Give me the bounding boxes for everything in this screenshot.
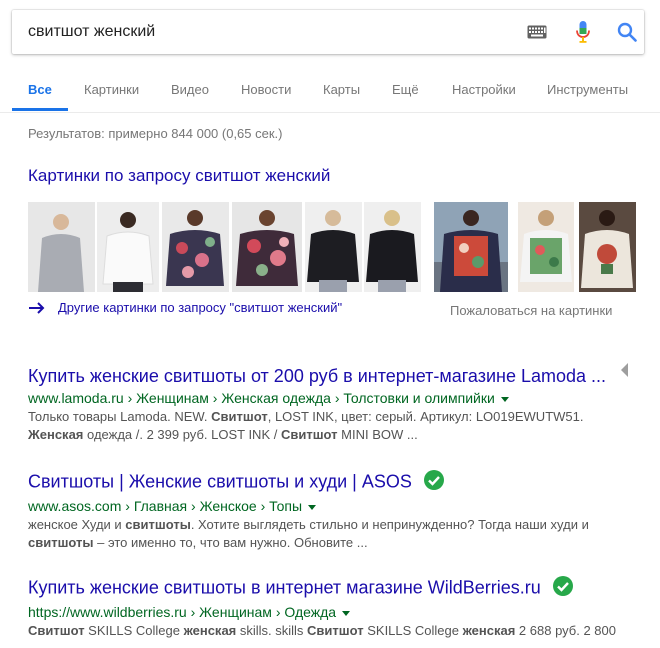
microphone-icon[interactable] xyxy=(572,10,594,54)
image-thumb[interactable] xyxy=(579,202,636,292)
collapse-arrow-icon[interactable] xyxy=(621,363,628,377)
tabs-divider xyxy=(0,112,660,113)
url-crumb: Одежда xyxy=(284,604,337,620)
url-crumb: Топы xyxy=(269,498,303,514)
url-crumb: Женское xyxy=(199,498,257,514)
search-result: Купить женские свитшоты в интернет магаз… xyxy=(28,576,638,640)
image-thumb[interactable] xyxy=(232,202,302,292)
search-tabs: Все Картинки Видео Новости Карты Ещё Нас… xyxy=(0,68,660,112)
url-menu-caret-icon[interactable] xyxy=(500,396,509,402)
tab-settings[interactable]: Настройки xyxy=(452,82,516,97)
more-images-link[interactable]: Другие картинки по запросу "свитшот женс… xyxy=(28,300,342,315)
search-box[interactable]: свитшот женский xyxy=(12,10,644,54)
tab-tools[interactable]: Инструменты xyxy=(547,82,628,97)
result-snippet: женское Худи и свитшоты. Хотите выглядет… xyxy=(28,517,589,550)
url-crumb: Женщинам xyxy=(136,390,209,406)
result-url: https://www.wildberries.ru › Женщинам › … xyxy=(28,604,638,620)
image-thumb[interactable] xyxy=(28,202,95,292)
url-crumb: Женщинам xyxy=(199,604,272,620)
report-images-link[interactable]: Пожаловаться на картинки xyxy=(450,303,612,318)
search-result: Свитшоты | Женские свитшоты и худи | ASO… xyxy=(28,470,638,552)
arrow-right-icon xyxy=(29,301,45,314)
url-crumb: Толстовки и олимпийки xyxy=(343,390,495,406)
tab-more[interactable]: Ещё xyxy=(392,82,419,97)
result-stats: Результатов: примерно 844 000 (0,65 сек.… xyxy=(28,126,283,141)
more-images-label: Другие картинки по запросу "свитшот женс… xyxy=(58,300,343,315)
result-snippet: Только товары Lamoda. NEW. Свитшот, LOST… xyxy=(28,409,584,442)
result-title[interactable]: Свитшоты | Женские свитшоты и худи | ASO… xyxy=(28,471,412,491)
image-thumb[interactable] xyxy=(518,202,574,292)
active-tab-indicator xyxy=(12,108,68,111)
result-title[interactable]: Купить женские свитшоты в интернет магаз… xyxy=(28,577,541,597)
tab-news[interactable]: Новости xyxy=(241,82,291,97)
tab-all[interactable]: Все xyxy=(28,82,52,97)
image-thumb[interactable] xyxy=(305,202,362,292)
images-heading[interactable]: Картинки по запросу свитшот женский xyxy=(28,166,330,186)
tab-video[interactable]: Видео xyxy=(171,82,209,97)
image-thumb[interactable] xyxy=(434,202,508,292)
url-domain: www.lamoda.ru xyxy=(28,390,124,406)
result-title[interactable]: Купить женские свитшоты от 200 руб в инт… xyxy=(28,366,638,387)
tab-maps[interactable]: Карты xyxy=(323,82,360,97)
search-result: Купить женские свитшоты от 200 руб в инт… xyxy=(28,366,638,444)
image-thumb[interactable] xyxy=(162,202,229,292)
url-menu-caret-icon[interactable] xyxy=(342,610,351,616)
url-domain: www.asos.com xyxy=(28,498,122,514)
result-url: www.asos.com › Главная › Женское › Топы xyxy=(28,498,638,514)
tab-images[interactable]: Картинки xyxy=(84,82,139,97)
result-snippet: Свитшот SKILLS College женская skills. s… xyxy=(28,623,616,638)
url-crumb: Главная xyxy=(133,498,188,514)
image-thumb[interactable] xyxy=(364,202,421,292)
verified-check-icon xyxy=(552,576,573,601)
url-menu-caret-icon[interactable] xyxy=(308,504,317,510)
url-domain: https://www.wildberries.ru xyxy=(28,604,187,620)
verified-check-icon xyxy=(423,470,444,495)
search-icon[interactable] xyxy=(612,10,642,54)
url-crumb: Женская одежда xyxy=(221,390,331,406)
keyboard-icon[interactable] xyxy=(526,10,548,54)
search-input[interactable]: свитшот женский xyxy=(28,23,155,41)
result-url: www.lamoda.ru › Женщинам › Женская одежд… xyxy=(28,390,638,406)
image-thumb[interactable] xyxy=(97,202,159,292)
